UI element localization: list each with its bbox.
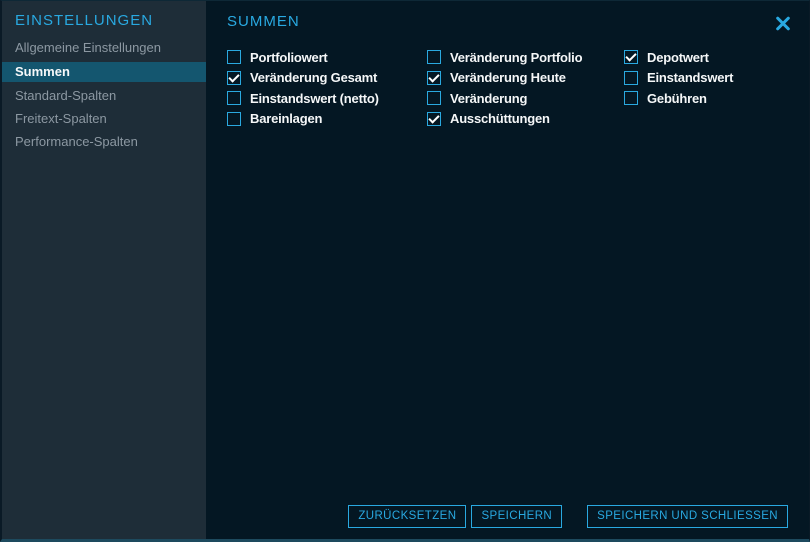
checkbox-veraenderung-heute[interactable] (427, 71, 441, 85)
option-bareinlagen[interactable]: Bareinlagen (227, 112, 379, 126)
checkbox-gebuehren[interactable] (624, 91, 638, 105)
speichern-button[interactable]: SPEICHERN (471, 505, 562, 528)
checkbox-column-1: Portfoliowert Veränderung Gesamt Einstan… (227, 50, 379, 132)
option-label: Veränderung Gesamt (250, 70, 377, 85)
checkbox-column-2: Veränderung Portfolio Veränderung Heute … (427, 50, 582, 132)
checkbox-veraenderung-portfolio[interactable] (427, 50, 441, 64)
sidebar-title: EINSTELLUNGEN (15, 12, 153, 29)
checkbox-column-3: Depotwert Einstandswert Gebühren (624, 50, 733, 112)
option-label: Bareinlagen (250, 111, 322, 126)
option-label: Veränderung (450, 91, 527, 106)
settings-dialog: EINSTELLUNGEN Allgemeine Einstellungen S… (0, 0, 810, 542)
option-veraenderung-heute[interactable]: Veränderung Heute (427, 71, 582, 85)
option-gebuehren[interactable]: Gebühren (624, 91, 733, 105)
checkbox-einstandswert-netto[interactable] (227, 91, 241, 105)
checkbox-veraenderung[interactable] (427, 91, 441, 105)
speichern-und-schliessen-button[interactable]: SPEICHERN UND SCHLIESSEN (587, 505, 788, 528)
sidebar-item-allgemeine-einstellungen[interactable]: Allgemeine Einstellungen (2, 38, 206, 58)
option-einstandswert-netto[interactable]: Einstandswert (netto) (227, 91, 379, 105)
option-label: Veränderung Heute (450, 70, 566, 85)
checkbox-einstandswert[interactable] (624, 71, 638, 85)
option-label: Gebühren (647, 91, 707, 106)
sidebar-item-summen[interactable]: Summen (2, 62, 206, 82)
option-ausschuettungen[interactable]: Ausschüttungen (427, 112, 582, 126)
checkbox-bareinlagen[interactable] (227, 112, 241, 126)
option-label: Veränderung Portfolio (450, 50, 582, 65)
option-veraenderung[interactable]: Veränderung (427, 91, 582, 105)
option-einstandswert[interactable]: Einstandswert (624, 71, 733, 85)
footer-actions: ZURÜCKSETZEN SPEICHERN SPEICHERN UND SCH… (348, 505, 788, 528)
option-label: Einstandswert (647, 70, 733, 85)
checkbox-ausschuettungen[interactable] (427, 112, 441, 126)
close-icon[interactable] (773, 14, 793, 34)
checkbox-portfoliowert[interactable] (227, 50, 241, 64)
sidebar-item-freitext-spalten[interactable]: Freitext-Spalten (2, 109, 206, 129)
option-portfoliowert[interactable]: Portfoliowert (227, 50, 379, 64)
option-veraenderung-gesamt[interactable]: Veränderung Gesamt (227, 71, 379, 85)
option-depotwert[interactable]: Depotwert (624, 50, 733, 64)
option-label: Einstandswert (netto) (250, 91, 379, 106)
option-veraenderung-portfolio[interactable]: Veränderung Portfolio (427, 50, 582, 64)
option-label: Ausschüttungen (450, 111, 550, 126)
sidebar-item-standard-spalten[interactable]: Standard-Spalten (2, 86, 206, 106)
page-title: SUMMEN (227, 13, 300, 30)
zuruecksetzen-button[interactable]: ZURÜCKSETZEN (348, 505, 466, 528)
checkbox-veraenderung-gesamt[interactable] (227, 71, 241, 85)
checkbox-depotwert[interactable] (624, 50, 638, 64)
sidebar: EINSTELLUNGEN Allgemeine Einstellungen S… (2, 1, 206, 539)
option-label: Portfoliowert (250, 50, 328, 65)
option-label: Depotwert (647, 50, 709, 65)
sidebar-item-performance-spalten[interactable]: Performance-Spalten (2, 132, 206, 152)
